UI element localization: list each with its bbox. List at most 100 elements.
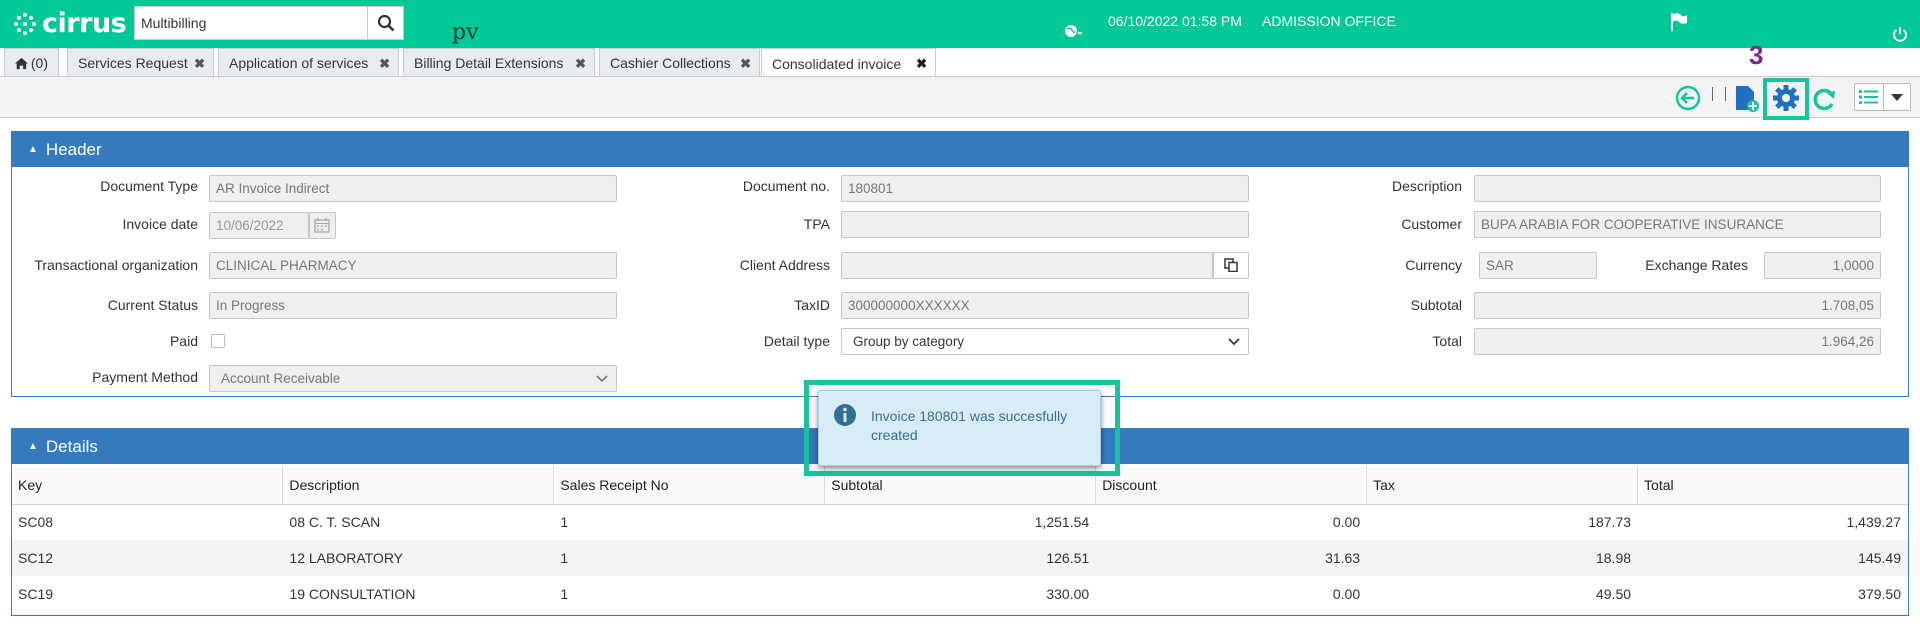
tab-billing-detail-extensions[interactable]: Billing Detail Extensions ✖ — [403, 48, 595, 77]
document-no-field[interactable]: 180801 — [841, 175, 1249, 202]
cell-total: 379.50 — [1858, 586, 1901, 602]
list-view-button[interactable] — [1854, 83, 1884, 111]
detail-type-label: Detail type — [763, 333, 830, 349]
subtotal-field[interactable]: 1.708,05 — [1474, 292, 1881, 319]
view-dropdown-button[interactable] — [1884, 83, 1911, 111]
back-icon[interactable] — [1675, 85, 1701, 111]
tab-cashier-collections[interactable]: Cashier Collections ✖ — [599, 48, 760, 77]
details-table: Key Description Sales Receipt No Subtota… — [12, 467, 1908, 612]
paid-label: Paid — [169, 333, 198, 349]
column-header-discount[interactable]: Discount — [1095, 467, 1368, 505]
taxid-label: TaxID — [794, 297, 830, 313]
flag-icon[interactable] — [1670, 12, 1688, 32]
chevron-down-icon — [596, 375, 608, 383]
paid-checkbox[interactable] — [211, 334, 225, 348]
tab-services-request[interactable]: Services Request ✖ — [67, 48, 214, 77]
search-input[interactable]: Multibilling — [135, 7, 367, 39]
tab-home-label: (0) — [30, 55, 48, 71]
cell-subtotal: 1,251.54 — [1034, 514, 1090, 531]
taxid-field[interactable]: 300000000XXXXXX — [841, 292, 1249, 319]
description-field[interactable] — [1474, 175, 1881, 202]
tab-label: Application of services — [229, 55, 369, 71]
cell-tax: 187.73 — [1588, 514, 1632, 531]
cell-discount: 0.00 — [1332, 514, 1361, 531]
toast-message: Invoice 180801 was succesfully created — [871, 408, 1068, 443]
cell-sales-receipt: 1 — [560, 514, 569, 531]
success-toast[interactable]: Invoice 180801 was succesfully created — [818, 390, 1101, 466]
invoice-date-field[interactable]: 10/06/2022 — [209, 212, 309, 239]
language-globe-icon[interactable] — [1064, 24, 1084, 38]
tab-label: Services Request — [78, 55, 188, 71]
search-box: Multibilling — [134, 6, 404, 40]
table-row[interactable]: SC19 19 CONSULTATION 1 330.00 0.00 49.50… — [12, 576, 1908, 612]
current-status-field[interactable]: In Progress — [209, 292, 617, 319]
close-icon[interactable]: ✖ — [575, 56, 586, 72]
document-type-label: Document Type — [100, 178, 198, 194]
header-panel-title[interactable]: ▲ Header — [12, 132, 1908, 167]
document-no-label: Document no. — [742, 178, 830, 194]
payment-method-value: Account Receivable — [221, 371, 341, 386]
payment-method-label: Payment Method — [92, 369, 198, 385]
new-document-icon[interactable] — [1734, 85, 1760, 113]
tab-home[interactable]: (0) — [4, 48, 59, 77]
cell-subtotal: 126.51 — [824, 540, 1096, 576]
column-header-key[interactable]: Key — [12, 467, 284, 505]
column-header-total[interactable]: Total — [1637, 467, 1908, 505]
close-icon[interactable]: ✖ — [379, 56, 390, 72]
currency-field[interactable]: SAR — [1479, 252, 1597, 279]
toolbar — [0, 76, 1920, 118]
collapse-triangle-icon: ▲ — [28, 144, 38, 155]
details-title: Details — [45, 436, 98, 456]
calendar-button[interactable] — [309, 212, 336, 239]
list-icon — [1859, 90, 1878, 104]
collapse-triangle-icon: ▲ — [28, 441, 38, 452]
tab-application-of-services[interactable]: Application of services ✖ — [218, 48, 399, 77]
info-icon — [834, 404, 856, 426]
column-header-tax[interactable]: Tax — [1366, 467, 1639, 505]
trans-org-label: Transactional organization — [34, 257, 198, 273]
customer-field[interactable]: BUPA ARABIA FOR COOPERATIVE INSURANCE — [1474, 211, 1881, 238]
trans-org-field[interactable]: CLINICAL PHARMACY — [209, 252, 617, 279]
table-row[interactable]: SC08 08 C. T. SCAN 1 1,251.54 0.00 187.7… — [12, 504, 1908, 540]
table-row[interactable]: SC12 12 LABORATORY 1 126.51 31.63 18.98 … — [12, 540, 1908, 576]
close-icon[interactable]: ✖ — [740, 56, 751, 72]
cell-subtotal: 330.00 — [1046, 586, 1090, 602]
search-button[interactable] — [367, 7, 403, 39]
detail-type-select[interactable]: Group by category — [841, 328, 1249, 355]
tab-consolidated-invoice[interactable]: Consolidated invoice ✖ — [761, 48, 936, 78]
logo-mark-icon — [12, 11, 38, 37]
client-address-field[interactable] — [841, 252, 1213, 279]
currency-label: Currency — [1405, 257, 1462, 273]
total-field[interactable]: 1.964,26 — [1474, 328, 1881, 355]
caret-down-icon — [1891, 94, 1903, 101]
calendar-icon — [314, 218, 330, 233]
client-address-copy-button[interactable] — [1213, 252, 1249, 279]
invoice-date-label: Invoice date — [122, 216, 199, 232]
close-icon[interactable]: ✖ — [916, 56, 927, 72]
refresh-icon[interactable] — [1810, 85, 1838, 113]
cell-discount: 31.63 — [1095, 540, 1367, 576]
home-icon — [15, 57, 28, 69]
toolbar-divider — [1712, 87, 1713, 101]
payment-method-select[interactable]: Account Receivable — [209, 365, 617, 392]
exchange-rates-label: Exchange Rates — [1645, 257, 1748, 273]
power-icon[interactable] — [1892, 26, 1908, 42]
toolbar-divider — [1725, 87, 1726, 101]
cell-total: 1,439.27 — [1846, 514, 1902, 531]
tab-label: Cashier Collections — [610, 55, 731, 71]
document-type-field[interactable]: AR Invoice Indirect — [209, 175, 617, 202]
cell-description: 08 C. T. SCAN — [289, 514, 381, 531]
logo-text: cirrus — [42, 8, 127, 39]
datetime-text: 06/10/2022 01:58 PM — [1108, 13, 1242, 29]
column-header-description[interactable]: Description — [282, 467, 555, 505]
step-annotation: 3 — [1749, 40, 1764, 70]
cirrus-logo[interactable]: cirrus — [12, 8, 127, 39]
current-status-label: Current Status — [107, 297, 198, 313]
exchange-rates-field[interactable]: 1,0000 — [1764, 252, 1881, 279]
column-header-sales-receipt[interactable]: Sales Receipt No — [553, 467, 826, 505]
highlight-settings-box — [1763, 78, 1809, 120]
close-icon[interactable]: ✖ — [194, 56, 205, 72]
cell-key: SC12 — [12, 540, 283, 576]
cell-key: SC19 — [18, 586, 54, 602]
tpa-field[interactable] — [841, 211, 1249, 238]
